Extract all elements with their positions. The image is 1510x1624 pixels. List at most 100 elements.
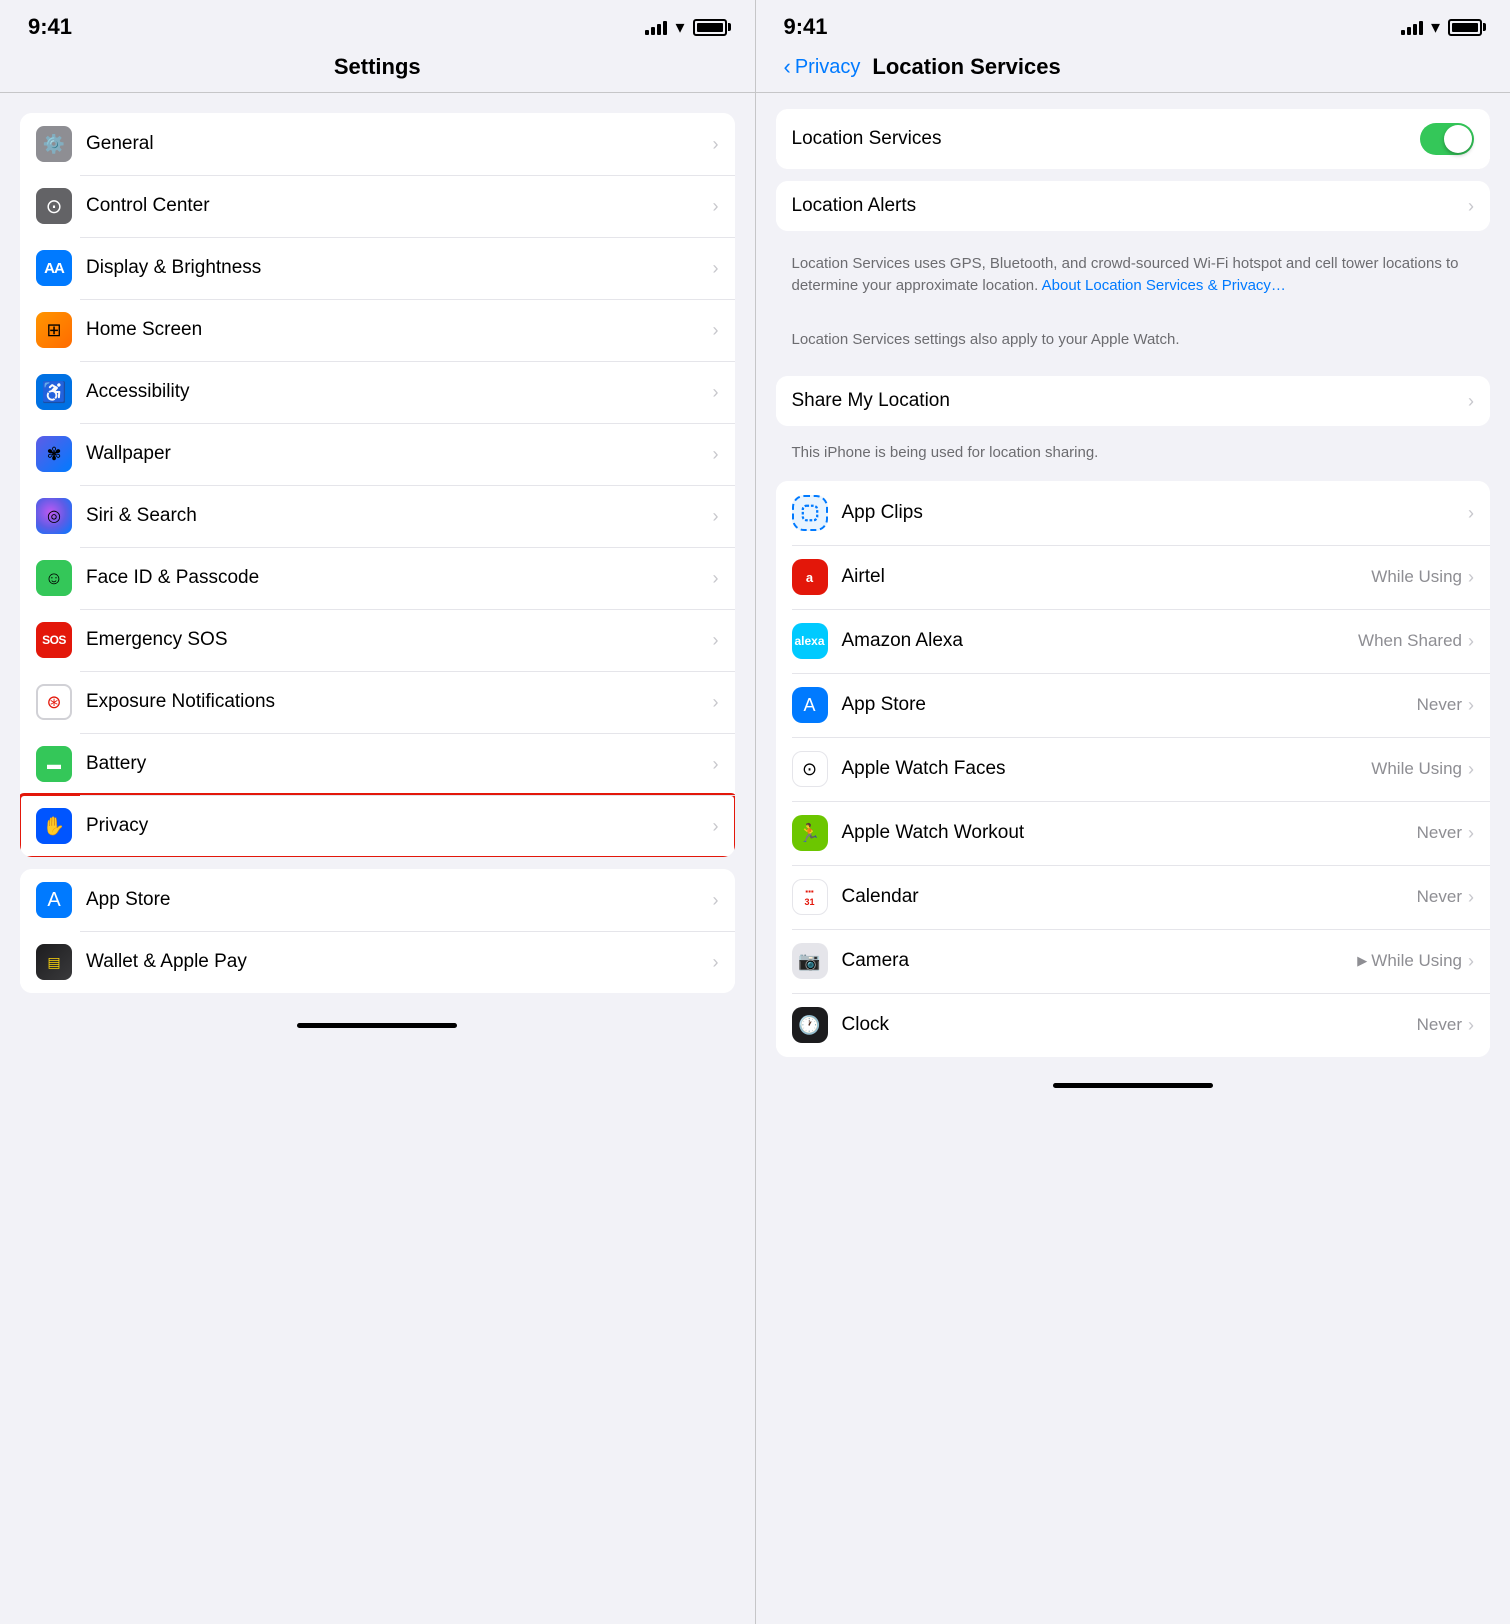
- location-toggle-row[interactable]: Location Services: [776, 109, 1491, 169]
- settings-item-wallet[interactable]: ▤ Wallet & Apple Pay ›: [20, 931, 735, 993]
- settings-item-display[interactable]: AA Display & Brightness ›: [20, 237, 735, 299]
- alexa-label: Amazon Alexa: [842, 630, 1359, 652]
- sos-label: Emergency SOS: [86, 629, 713, 651]
- settings-item-control-center[interactable]: ⊙ Control Center ›: [20, 175, 735, 237]
- settings-item-app-store[interactable]: A App Store ›: [20, 869, 735, 931]
- app-store-item[interactable]: A App Store Never ›: [776, 673, 1491, 737]
- watch-faces-value: While Using: [1371, 759, 1462, 779]
- home-indicator-left: [297, 1023, 457, 1028]
- chevron-alerts: ›: [1468, 196, 1474, 217]
- settings-item-battery[interactable]: ▬ Battery ›: [20, 733, 735, 795]
- general-icon: ⚙️: [36, 126, 72, 162]
- exposure-icon: ⊛: [36, 684, 72, 720]
- airtel-icon: a: [792, 559, 828, 595]
- settings-panel: 9:41 ▾ Settings ⚙️ General ›: [0, 0, 756, 1624]
- settings-group-1: ⚙️ General › ⊙ Control Center › AA Displ…: [20, 113, 735, 857]
- chevron-calendar: ›: [1468, 887, 1474, 908]
- battery-label: Battery: [86, 753, 713, 775]
- signal-icon: [645, 19, 667, 35]
- location-privacy-link[interactable]: About Location Services & Privacy…: [1042, 277, 1286, 294]
- settings-item-home-screen[interactable]: ⊞ Home Screen ›: [20, 299, 735, 361]
- chevron-airtel: ›: [1468, 567, 1474, 588]
- status-bar-right: 9:41 ▾: [756, 0, 1510, 46]
- chevron-home-screen: ›: [713, 320, 719, 341]
- chevron-app-store-loc: ›: [1468, 695, 1474, 716]
- face-id-label: Face ID & Passcode: [86, 567, 713, 589]
- home-screen-icon: ⊞: [36, 312, 72, 348]
- watch-faces-item[interactable]: ⊙ Apple Watch Faces While Using ›: [776, 737, 1491, 801]
- calendar-icon: ▪▪▪ 31: [792, 879, 828, 915]
- wallet-label: Wallet & Apple Pay: [86, 951, 713, 973]
- airtel-item[interactable]: a Airtel While Using ›: [776, 545, 1491, 609]
- app-store-settings-icon: A: [36, 882, 72, 918]
- siri-icon: ◎: [36, 498, 72, 534]
- location-content: Location Services Location Alerts › Loca…: [756, 93, 1510, 1073]
- chevron-camera: ›: [1468, 951, 1474, 972]
- watch-workout-icon: 🏃: [792, 815, 828, 851]
- app-clips-icon: [792, 495, 828, 531]
- chevron-display: ›: [713, 258, 719, 279]
- camera-icon: 📷: [792, 943, 828, 979]
- chevron-battery: ›: [713, 754, 719, 775]
- status-icons-left: ▾: [645, 17, 726, 38]
- calendar-item[interactable]: ▪▪▪ 31 Calendar Never ›: [776, 865, 1491, 929]
- settings-item-face-id[interactable]: ☺ Face ID & Passcode ›: [20, 547, 735, 609]
- location-services-toggle[interactable]: [1420, 123, 1474, 155]
- location-nav-header: ‹ Privacy Location Services: [756, 46, 1510, 92]
- status-icons-right: ▾: [1401, 17, 1482, 38]
- app-clips-item[interactable]: App Clips ›: [776, 481, 1491, 545]
- status-bar-left: 9:41 ▾: [0, 0, 755, 46]
- sos-icon: SOS: [36, 622, 72, 658]
- watch-workout-value: Never: [1417, 823, 1462, 843]
- settings-title: Settings: [334, 54, 421, 79]
- camera-value: While Using: [1371, 951, 1462, 971]
- share-my-location-item[interactable]: Share My Location ›: [776, 376, 1491, 426]
- signal-icon-right: [1401, 19, 1423, 35]
- share-my-location-label: Share My Location: [792, 390, 1469, 412]
- camera-item[interactable]: 📷 Camera ▶ While Using ›: [776, 929, 1491, 993]
- battery-icon: [693, 19, 727, 36]
- app-store-settings-label: App Store: [86, 889, 713, 911]
- chevron-share: ›: [1468, 391, 1474, 412]
- watch-faces-label: Apple Watch Faces: [842, 758, 1372, 780]
- alexa-item[interactable]: alexa Amazon Alexa When Shared ›: [776, 609, 1491, 673]
- app-store-value: Never: [1417, 695, 1462, 715]
- watch-workout-item[interactable]: 🏃 Apple Watch Workout Never ›: [776, 801, 1491, 865]
- settings-item-wallpaper[interactable]: ✾ Wallpaper ›: [20, 423, 735, 485]
- chevron-watch-faces: ›: [1468, 759, 1474, 780]
- general-label: General: [86, 133, 713, 155]
- wifi-icon-right: ▾: [1431, 17, 1440, 38]
- share-location-note: This iPhone is being used for location s…: [776, 438, 1491, 469]
- accessibility-icon: ♿: [36, 374, 72, 410]
- toggle-knob: [1444, 125, 1472, 153]
- location-title: Location Services: [872, 54, 1060, 80]
- location-alerts-item[interactable]: Location Alerts ›: [776, 181, 1491, 231]
- wallet-icon: ▤: [36, 944, 72, 980]
- siri-label: Siri & Search: [86, 505, 713, 527]
- camera-arrow-icon: ▶: [1357, 953, 1367, 969]
- chevron-face-id: ›: [713, 568, 719, 589]
- face-id-icon: ☺: [36, 560, 72, 596]
- settings-item-privacy[interactable]: ✋ Privacy ›: [20, 795, 735, 857]
- back-button[interactable]: ‹ Privacy: [784, 54, 861, 80]
- camera-label: Camera: [842, 950, 1358, 972]
- settings-item-exposure[interactable]: ⊛ Exposure Notifications ›: [20, 671, 735, 733]
- settings-item-accessibility[interactable]: ♿ Accessibility ›: [20, 361, 735, 423]
- settings-item-sos[interactable]: SOS Emergency SOS ›: [20, 609, 735, 671]
- location-watch-note: Location Services settings also apply to…: [776, 323, 1491, 365]
- share-location-group: Share My Location ›: [776, 376, 1491, 426]
- alexa-icon: alexa: [792, 623, 828, 659]
- settings-item-general[interactable]: ⚙️ General ›: [20, 113, 735, 175]
- display-icon: AA: [36, 250, 72, 286]
- app-location-list: App Clips › a Airtel While Using › alexa…: [776, 481, 1491, 1057]
- alexa-value: When Shared: [1358, 631, 1462, 651]
- time-left: 9:41: [28, 14, 72, 40]
- chevron-watch-workout: ›: [1468, 823, 1474, 844]
- control-center-label: Control Center: [86, 195, 713, 217]
- settings-item-siri[interactable]: ◎ Siri & Search ›: [20, 485, 735, 547]
- calendar-value: Never: [1417, 887, 1462, 907]
- back-chevron-icon: ‹: [784, 54, 791, 80]
- accessibility-label: Accessibility: [86, 381, 713, 403]
- clock-item[interactable]: 🕐 Clock Never ›: [776, 993, 1491, 1057]
- privacy-label: Privacy: [86, 815, 713, 837]
